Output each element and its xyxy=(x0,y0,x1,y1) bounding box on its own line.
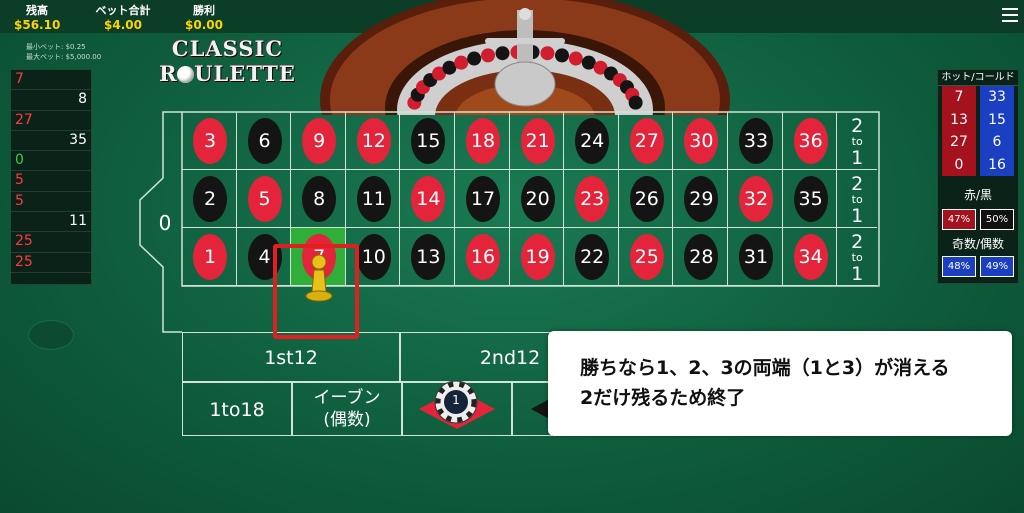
number-label: 32 xyxy=(739,176,773,222)
number-label: 18 xyxy=(466,118,500,164)
column-bet-spot[interactable]: 2 to 1 xyxy=(837,112,878,170)
pawn-marker-icon xyxy=(304,254,334,310)
chip-value: 1 xyxy=(452,393,460,407)
number-spot-30[interactable]: 30 xyxy=(673,112,728,170)
number-spot-17[interactable]: 17 xyxy=(455,170,510,228)
number-spot-20[interactable]: 20 xyxy=(509,170,565,228)
number-spot-27[interactable]: 27 xyxy=(618,112,674,170)
number-label: 15 xyxy=(411,118,446,164)
number-label: 13 xyxy=(411,234,446,280)
number-label: 11 xyxy=(356,176,391,222)
number-spot-13[interactable]: 13 xyxy=(400,228,455,286)
number-label: 2 xyxy=(193,176,227,222)
number-spot-15[interactable]: 15 xyxy=(400,112,455,170)
note-line-2: 2だけ残るため終了 xyxy=(580,387,746,409)
number-label: 3 xyxy=(193,118,227,164)
number-spot-16[interactable]: 16 xyxy=(455,228,510,286)
number-label: 12 xyxy=(356,118,391,164)
number-label: 14 xyxy=(411,176,446,222)
number-spot-14[interactable]: 14 xyxy=(400,170,455,228)
number-label: 27 xyxy=(629,118,664,164)
number-label: 23 xyxy=(575,176,610,222)
note-line-1: 勝ちなら1、2、3の両端（1と3）が消える xyxy=(580,357,950,379)
number-spot-32[interactable]: 32 xyxy=(728,170,783,228)
number-spot-29[interactable]: 29 xyxy=(673,170,728,228)
number-label: 5 xyxy=(247,176,282,222)
number-spot-22[interactable]: 22 xyxy=(564,228,619,286)
number-spot-12[interactable]: 12 xyxy=(345,112,401,170)
column-bet-spot[interactable]: 2 to 1 xyxy=(837,170,878,228)
number-spot-31[interactable]: 31 xyxy=(728,228,783,286)
number-spot-11[interactable]: 11 xyxy=(345,170,401,228)
number-spot-5[interactable]: 5 xyxy=(236,170,292,228)
number-label: 28 xyxy=(684,234,719,280)
number-label: 1 xyxy=(193,234,227,280)
chip-icon[interactable]: 1 xyxy=(434,380,478,424)
zero-bet-spot[interactable]: 0 xyxy=(150,211,180,235)
number-label: 33 xyxy=(739,118,773,164)
black-diamond-icon xyxy=(531,397,553,421)
low-1-to-18-spot[interactable]: 1to18 xyxy=(182,382,292,436)
number-spot-18[interactable]: 18 xyxy=(455,112,510,170)
number-label: 24 xyxy=(575,118,610,164)
number-label: 36 xyxy=(793,118,828,164)
number-spot-28[interactable]: 28 xyxy=(673,228,728,286)
number-spot-34[interactable]: 34 xyxy=(782,228,838,286)
number-label: 19 xyxy=(520,234,555,280)
number-spot-9[interactable]: 9 xyxy=(291,112,346,170)
number-label: 10 xyxy=(356,234,391,280)
number-label: 31 xyxy=(739,234,773,280)
number-label: 6 xyxy=(247,118,282,164)
number-spot-21[interactable]: 21 xyxy=(509,112,565,170)
number-label: 16 xyxy=(466,234,500,280)
number-label: 22 xyxy=(575,234,610,280)
number-spot-3[interactable]: 3 xyxy=(182,112,237,170)
number-label: 25 xyxy=(629,234,664,280)
number-spot-26[interactable]: 26 xyxy=(618,170,674,228)
number-spot-35[interactable]: 35 xyxy=(782,170,838,228)
dozen-1-spot[interactable]: 1st12 xyxy=(182,332,400,382)
annotation-callout: 勝ちなら1、2、3の両端（1と3）が消える 2だけ残るため終了 xyxy=(548,331,1012,436)
number-label: 26 xyxy=(629,176,664,222)
number-label: 35 xyxy=(793,176,828,222)
number-label: 30 xyxy=(684,118,719,164)
number-label: 8 xyxy=(302,176,337,222)
number-spot-19[interactable]: 19 xyxy=(509,228,565,286)
number-label: 9 xyxy=(302,118,337,164)
number-label: 21 xyxy=(520,118,555,164)
number-label: 17 xyxy=(466,176,500,222)
number-spot-1[interactable]: 1 xyxy=(182,228,237,286)
number-spot-33[interactable]: 33 xyxy=(728,112,783,170)
number-spot-2[interactable]: 2 xyxy=(182,170,237,228)
number-spot-36[interactable]: 36 xyxy=(782,112,838,170)
number-label: 20 xyxy=(520,176,555,222)
black-spot[interactable] xyxy=(512,382,553,436)
column-bet-spot[interactable]: 2 to 1 xyxy=(837,228,878,286)
number-label: 29 xyxy=(684,176,719,222)
even-spot[interactable]: イーブン (偶数) xyxy=(292,382,402,436)
number-spot-23[interactable]: 23 xyxy=(564,170,619,228)
number-label: 34 xyxy=(793,234,828,280)
number-spot-8[interactable]: 8 xyxy=(291,170,346,228)
number-spot-24[interactable]: 24 xyxy=(564,112,619,170)
number-spot-25[interactable]: 25 xyxy=(618,228,674,286)
number-spot-6[interactable]: 6 xyxy=(236,112,292,170)
